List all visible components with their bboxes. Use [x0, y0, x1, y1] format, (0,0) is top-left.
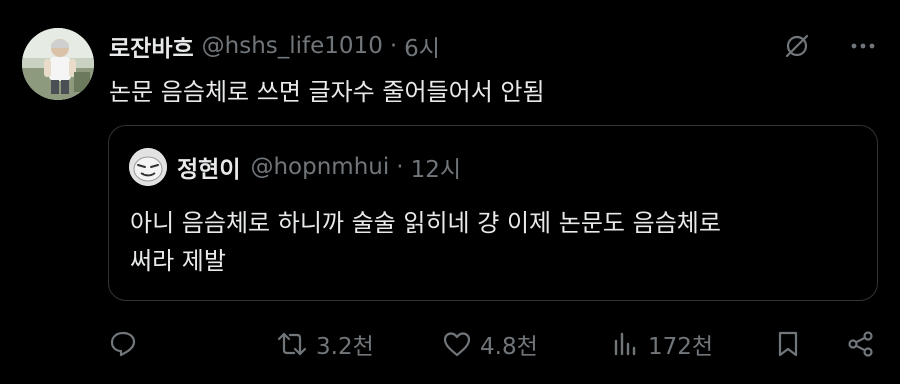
- quoted-text-line-1: 아니 음슴체로 하니까 술술 읽히네 걍 이제 논문도 음슴체로: [130, 209, 721, 237]
- like-button[interactable]: 4.8천: [442, 323, 538, 365]
- tweet-header: 로잔바흐 @hshs_life1010 · 6시: [109, 30, 440, 62]
- quoted-header: 정현이 @hopnmhui · 12시: [177, 150, 461, 184]
- share-button[interactable]: [846, 323, 876, 365]
- reply-icon: [110, 331, 136, 357]
- timestamp[interactable]: 6시: [404, 29, 440, 63]
- separator-dot: ·: [389, 33, 398, 59]
- quoted-display-name[interactable]: 정현이: [177, 150, 240, 184]
- quoted-handle[interactable]: @hopnmhui: [250, 154, 389, 180]
- top-icons: [782, 31, 878, 61]
- share-icon: [848, 331, 873, 357]
- bookmark-button[interactable]: [773, 323, 803, 365]
- quoted-timestamp[interactable]: 12시: [411, 150, 461, 184]
- retweet-icon: [277, 332, 307, 356]
- heart-icon: [443, 332, 471, 357]
- views-icon: [614, 332, 636, 356]
- reply-button[interactable]: [108, 323, 138, 365]
- grok-icon[interactable]: [782, 31, 812, 61]
- cartoon-face-icon: [129, 148, 167, 186]
- avatar[interactable]: [22, 28, 94, 100]
- quoted-avatar[interactable]: [129, 148, 167, 186]
- quoted-text-line-2: 써라 제발: [130, 247, 226, 275]
- retweet-button[interactable]: 3.2천: [276, 323, 374, 365]
- tweet-text: 논문 음슴체로 쓰면 글자수 줄어들어서 안됨: [109, 78, 545, 106]
- views-button[interactable]: 172천: [610, 323, 713, 365]
- profile-photo-icon: [22, 28, 94, 100]
- retweet-count: 3.2천: [316, 334, 374, 360]
- display-name[interactable]: 로잔바흐: [109, 29, 194, 63]
- quoted-separator-dot: ·: [396, 154, 404, 180]
- like-count: 4.8천: [480, 334, 538, 360]
- handle[interactable]: @hshs_life1010: [202, 33, 383, 59]
- tweet: 로잔바흐 @hshs_life1010 · 6시 논문 음슴체로 쓰면 글자수 …: [0, 0, 900, 384]
- quoted-text: 아니 음슴체로 하니까 술술 읽히네 걍 이제 논문도 음슴체로 써라 제발: [130, 204, 850, 280]
- bookmark-icon: [778, 331, 798, 357]
- action-bar: 3.2천 4.8천 172천: [0, 323, 900, 365]
- views-count: 172천: [648, 334, 714, 360]
- quoted-tweet[interactable]: 정현이 @hopnmhui · 12시 아니 음슴체로 하니까 술술 읽히네 걍…: [108, 125, 878, 301]
- more-icon[interactable]: [848, 31, 878, 61]
